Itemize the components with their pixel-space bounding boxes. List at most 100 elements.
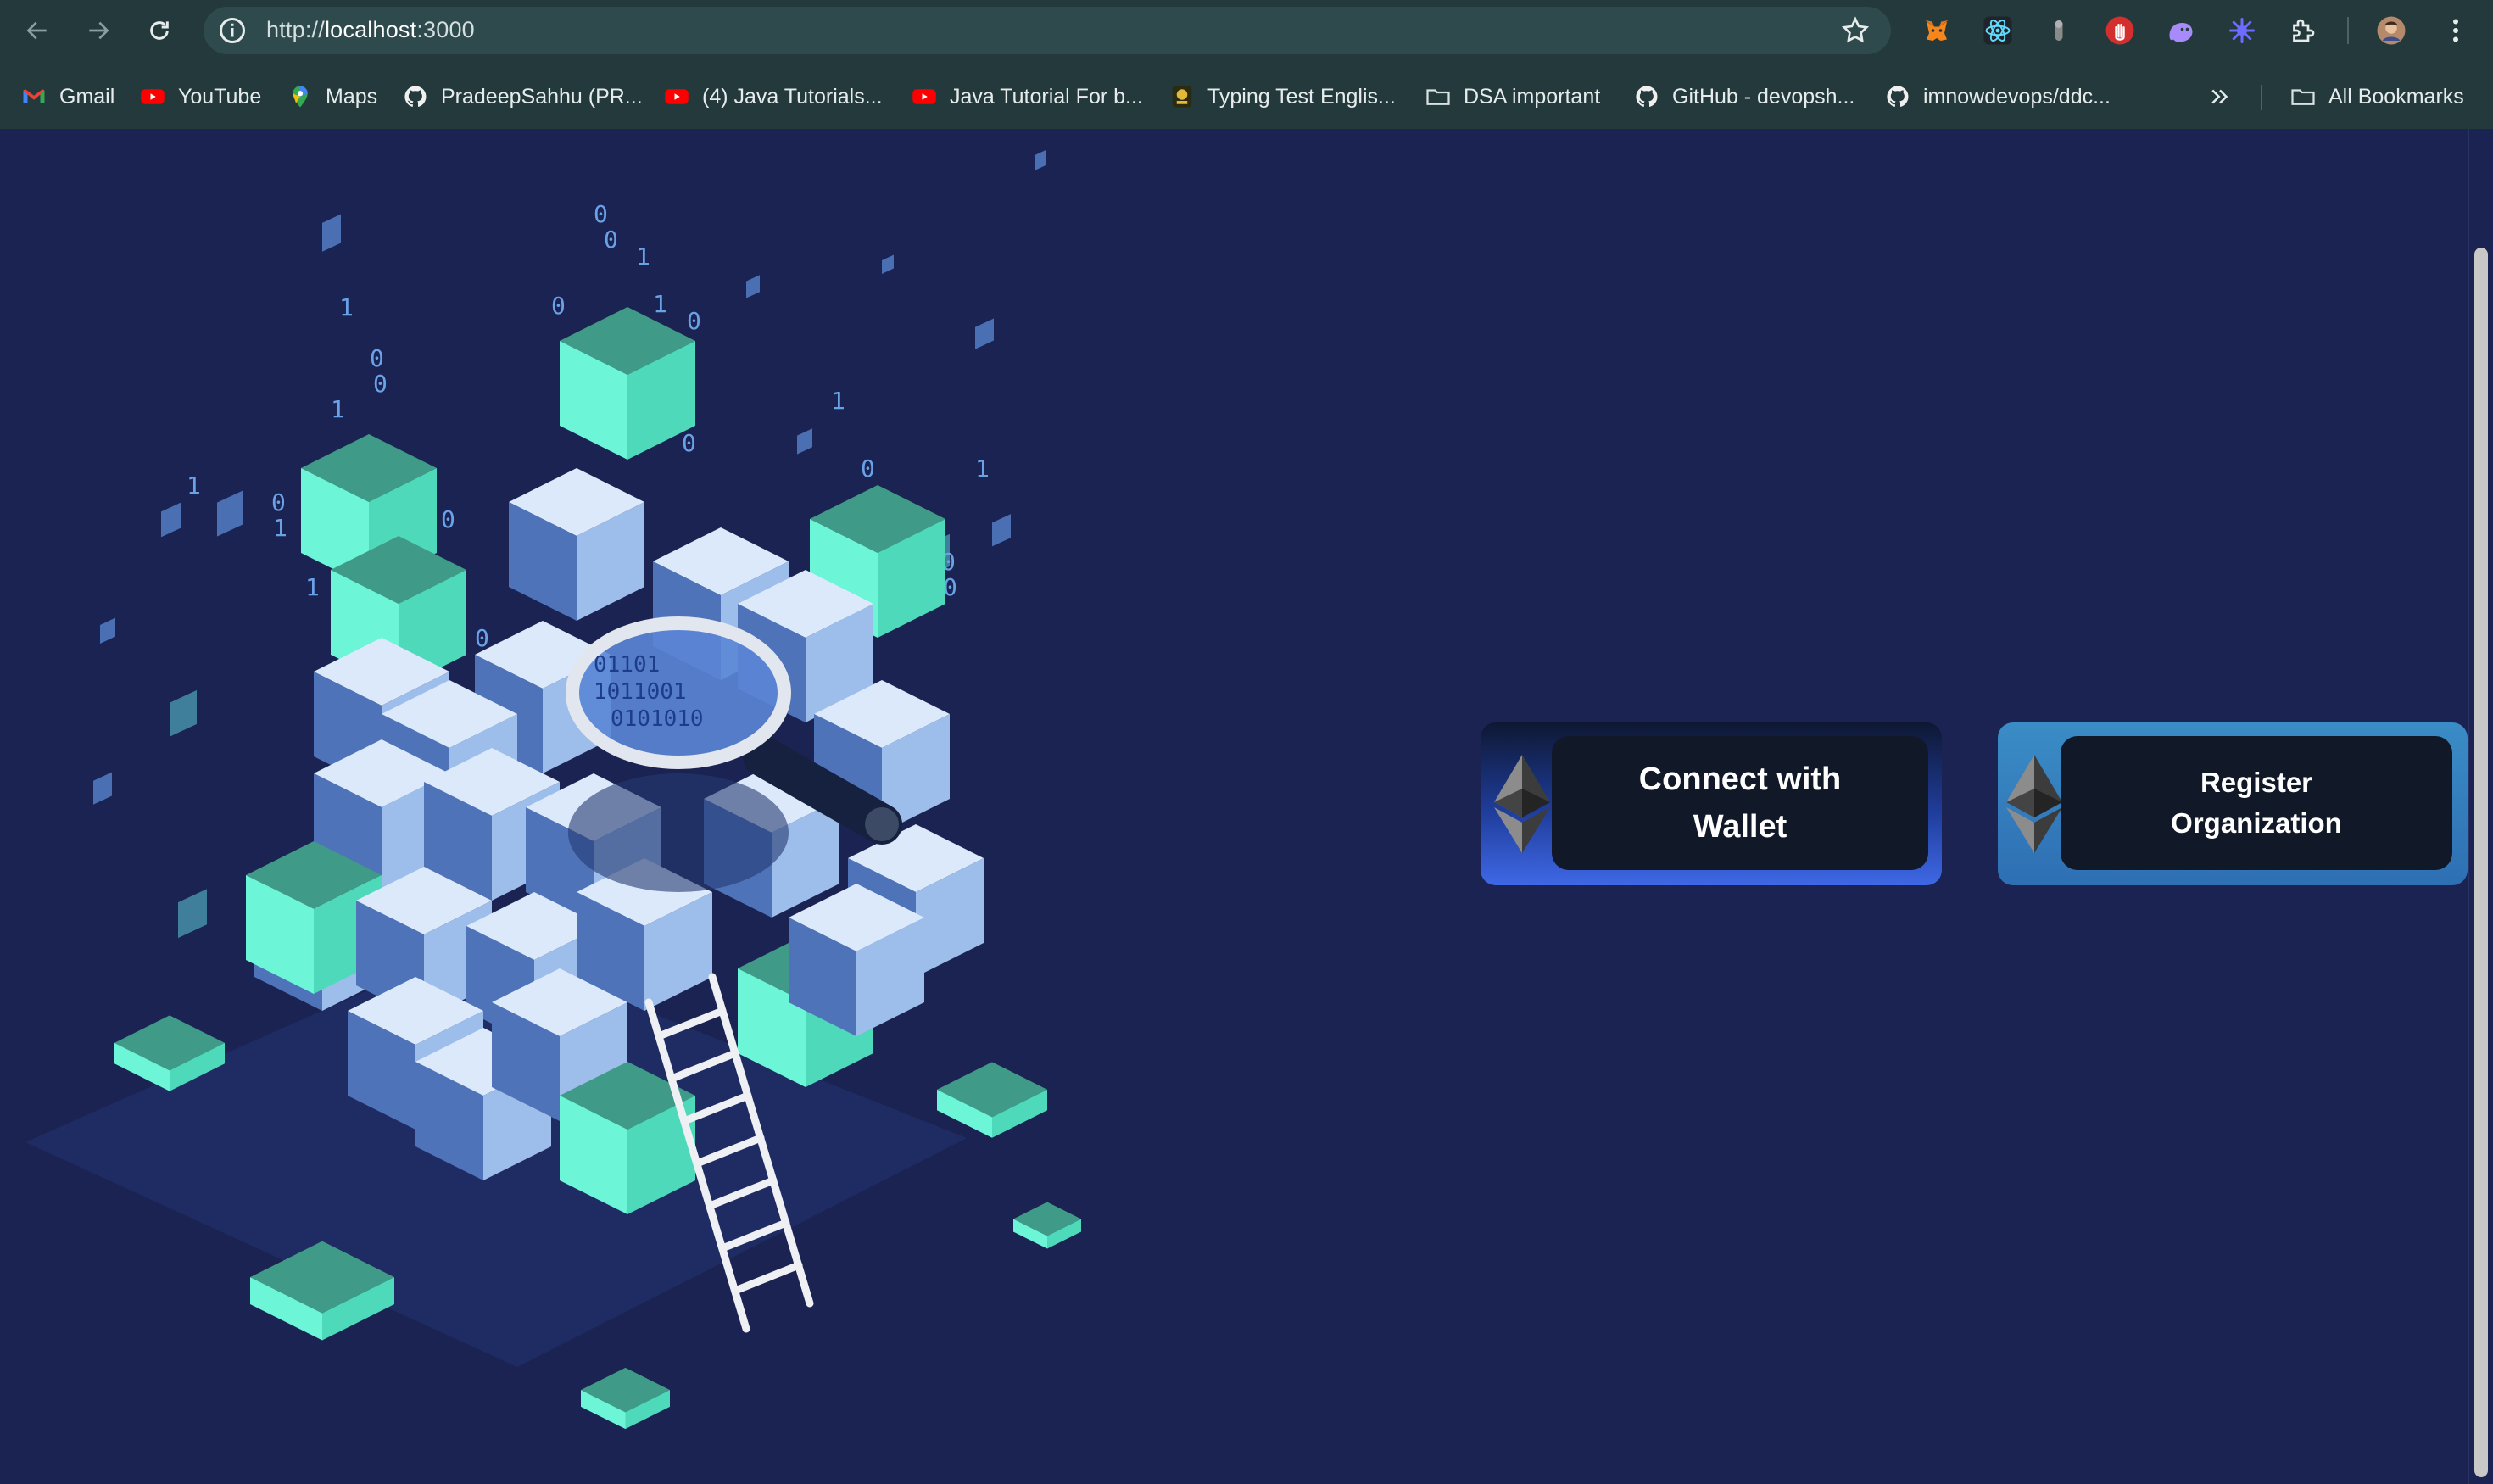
svg-text:0: 0 [475,624,489,652]
svg-text:1: 1 [339,293,354,321]
connect-wallet-line-1: Connect with [1638,762,1842,797]
bookmarks-bar: Gmail YouTube Maps PradeepSahhu (PR... (… [0,71,2493,124]
youtube-icon [911,83,938,110]
bookmark-java-tutorial-beginners[interactable]: Java Tutorial For b... [911,80,1143,114]
svg-text:0: 0 [271,488,286,516]
bookmark-star-icon[interactable] [1840,15,1871,46]
bookmark-github-devops[interactable]: GitHub - devopsh... [1633,80,1854,114]
back-button[interactable] [17,10,58,51]
data-cubes-illustration: 001 010 100 110 010 110 010 00 [25,149,1081,1430]
reload-icon [150,21,169,40]
svg-text:1: 1 [636,243,650,271]
redux-devtools-icon [2229,18,2255,43]
forward-button[interactable] [78,10,119,51]
bookmark-label: Java Tutorial For b... [950,84,1143,109]
svg-text:1: 1 [831,387,845,415]
svg-text:0: 0 [373,370,388,398]
connect-wallet-button[interactable]: Connect with Wallet [1552,736,1928,870]
chevron-double-right-icon [2206,83,2234,110]
github-icon [1633,83,1660,110]
svg-text:0: 0 [861,455,875,483]
svg-text:0: 0 [551,292,566,320]
url-host: localhost [324,17,417,42]
bookmark-label: PradeepSahhu (PR... [441,84,643,109]
svg-text:01101: 01101 [594,652,660,678]
cube-stack [246,307,984,1214]
bookmark-label: DSA important [1464,84,1601,109]
svg-text:0: 0 [594,200,608,228]
metamask-fox-icon [1925,20,1949,41]
profile-avatar[interactable] [2374,14,2408,47]
browser-chrome: http://localhost:3000 Gmail YouTube Maps… [0,0,2493,129]
github-icon [1884,83,1911,110]
svg-text:0: 0 [441,505,455,533]
page-scrollbar[interactable] [2468,129,2493,1484]
url-text: http://localhost:3000 [266,17,475,43]
maps-icon [287,83,314,110]
svg-text:0: 0 [687,307,701,335]
address-bar[interactable]: http://localhost:3000 [204,7,1891,54]
youtube-icon [663,83,690,110]
bookmark-github-imnowdevops[interactable]: imnowdevops/ddc... [1884,80,2111,114]
more-vertical-icon [2453,19,2458,42]
toolbar-divider [2347,17,2349,44]
connect-wallet-line-2: Wallet [1693,809,1787,845]
react-devtools-extension[interactable] [1981,14,2015,47]
extension-gray-icon [2055,20,2063,41]
bookmark-maps[interactable]: Maps [287,80,377,114]
bookmark-typing-test[interactable]: Typing Test Englis... [1168,80,1396,114]
browser-toolbar: http://localhost:3000 [0,0,2493,61]
metamask-extension[interactable] [1920,14,1954,47]
browser-menu-button[interactable] [2439,14,2473,47]
extensions-menu-button[interactable] [2286,14,2320,47]
bookmark-label: GitHub - devopsh... [1672,84,1855,109]
svg-text:1: 1 [187,471,201,499]
typing-site-icon [1168,83,1196,110]
bookmark-label: (4) Java Tutorials... [702,84,883,109]
register-organization-button[interactable]: Register Organization [2061,736,2452,870]
register-organization-card: Register Organization [1998,722,2468,885]
folder-icon [2289,83,2317,110]
hand-stop-extension[interactable] [2103,14,2137,47]
bookmark-java-tutorials[interactable]: (4) Java Tutorials... [663,80,883,114]
bookmark-youtube[interactable]: YouTube [139,80,261,114]
avatar-icon [2377,16,2406,45]
bookmark-label: Typing Test Englis... [1207,84,1396,109]
svg-text:0: 0 [682,429,696,457]
bookmark-gmail[interactable]: Gmail [20,80,114,114]
react-devtools-icon [1983,16,2012,45]
bookmark-label: imnowdevops/ddc... [1923,84,2111,109]
puzzle-extensions-icon [2293,19,2315,42]
redux-devtools-extension[interactable] [2225,14,2259,47]
svg-text:1: 1 [653,290,667,318]
ethereum-icon [1494,755,1550,853]
svg-text:1: 1 [975,455,990,483]
register-organization-line-1: Register [2200,767,2313,798]
bookmark-github-pradeepsahhu[interactable]: PradeepSahhu (PR... [402,80,643,114]
svg-text:0101010: 0101010 [611,706,704,732]
all-bookmarks-label: All Bookmarks [2328,84,2464,109]
gmail-icon [20,83,47,110]
arrow-left-icon [26,21,47,40]
svg-text:1011001: 1011001 [594,679,687,705]
more-bookmarks-button[interactable] [2206,80,2245,114]
page-content: 001 010 100 110 010 110 010 00 [0,129,2468,1484]
svg-text:1: 1 [331,395,345,423]
youtube-icon [139,83,166,110]
bookmark-label: Gmail [59,84,115,109]
all-bookmarks-button[interactable]: All Bookmarks [2289,80,2464,114]
url-scheme: http:// [266,17,325,42]
svg-text:1: 1 [305,573,320,601]
url-port: :3000 [416,17,475,42]
connect-wallet-card: Connect with Wallet [1481,722,1942,885]
bookmark-label: Maps [326,84,378,109]
ethereum-icon [2006,755,2062,853]
site-info-icon[interactable] [217,15,248,46]
bookmark-label: YouTube [178,84,262,109]
scrollbar-thumb[interactable] [2474,248,2488,1477]
reload-button[interactable] [139,10,180,51]
bookmark-folder-dsa[interactable]: DSA important [1425,80,1600,114]
ghost-extension[interactable] [2164,14,2198,47]
arrow-right-icon [89,21,109,40]
gray-extension[interactable] [2042,14,2076,47]
